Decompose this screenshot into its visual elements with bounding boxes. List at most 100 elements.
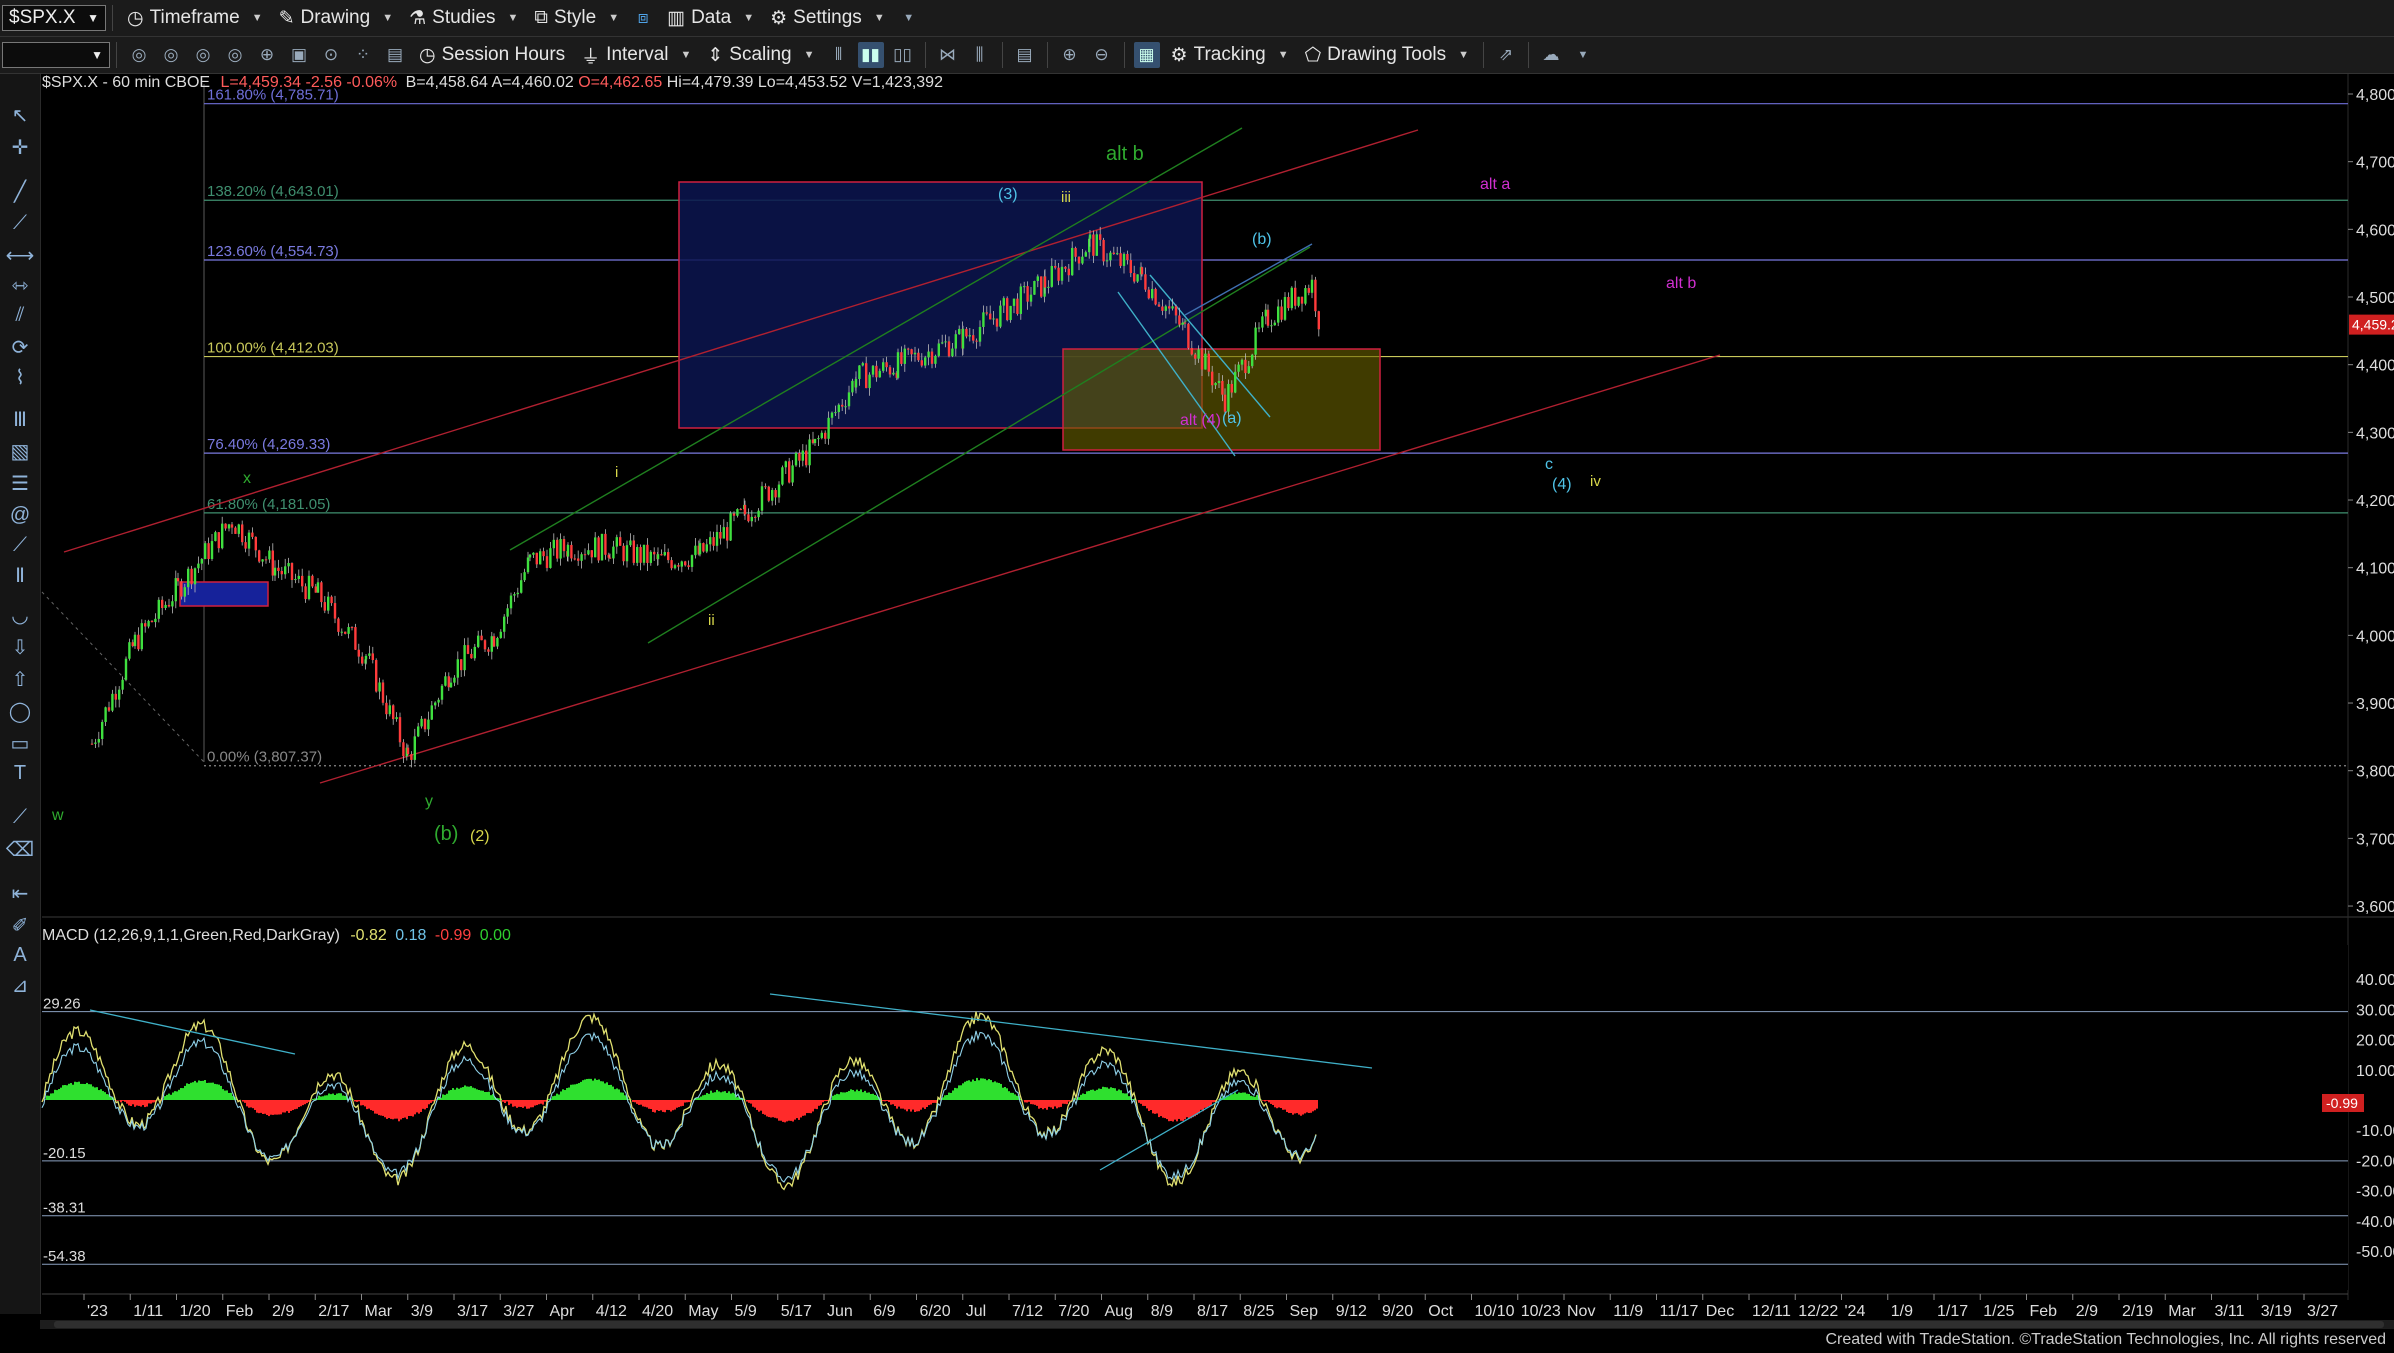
candle-body — [241, 524, 244, 543]
candle-body — [726, 527, 729, 541]
macd-histogram-bar — [884, 1100, 886, 1102]
high-price: Hi=4,479.39 — [666, 74, 754, 91]
macd-histogram-bar — [242, 1100, 244, 1102]
macd-label: MACD (12,26,9,1,1,Green,Red,DarkGray) — [42, 927, 340, 944]
candle-body — [871, 365, 875, 375]
candle-body — [437, 699, 440, 703]
candle-body — [1036, 276, 1039, 282]
candle-body — [954, 334, 957, 349]
macd-histogram-bar — [972, 1079, 974, 1100]
date-tick-label: 4/20 — [642, 1303, 673, 1320]
macd-histogram-bar — [664, 1100, 666, 1113]
date-tick-label: Feb — [2030, 1303, 2058, 1320]
candle-body — [477, 635, 480, 647]
candle-body — [147, 620, 150, 627]
date-tick-label: 6/20 — [920, 1303, 951, 1320]
macd-histogram-bar — [52, 1093, 54, 1100]
candle-body — [934, 355, 937, 364]
candle-body — [817, 438, 820, 440]
macd-histogram-bar — [520, 1100, 522, 1108]
macd-histogram-bar — [1166, 1100, 1168, 1120]
wave-label: alt b — [1106, 143, 1144, 165]
macd-histogram-bar — [584, 1079, 586, 1100]
macd-histogram-bar — [900, 1100, 902, 1109]
candle-body — [167, 604, 171, 607]
macd-histogram-bar — [64, 1084, 66, 1100]
candle-body — [1251, 354, 1254, 367]
candle-body — [663, 552, 666, 556]
date-tick-label: 1/17 — [1937, 1303, 1968, 1320]
macd-histogram-bar — [586, 1078, 588, 1100]
candle-body — [907, 348, 910, 350]
macd-histogram-bar — [390, 1100, 392, 1119]
candle-body — [1221, 380, 1224, 395]
macd-histogram-bar — [970, 1081, 972, 1100]
date-tick-label: 12/11 — [1752, 1303, 1791, 1320]
macd-histogram-bar — [1048, 1100, 1050, 1107]
macd-histogram-bar — [1306, 1100, 1308, 1113]
macd-histogram-bar — [1016, 1095, 1018, 1100]
macd-histogram-bar — [580, 1081, 582, 1100]
candle-body — [754, 516, 757, 518]
macd-value: -0.82 — [350, 927, 387, 944]
horizontal-scrollbar[interactable] — [40, 1320, 2394, 1329]
candle-body — [649, 551, 652, 563]
candle-body — [1057, 267, 1060, 281]
price-chart[interactable]: 161.80% (4,785.71)138.20% (4,643.01)123.… — [0, 0, 2394, 1353]
candle-body — [207, 543, 210, 559]
macd-histogram-bar — [406, 1100, 408, 1120]
macd-histogram-bar — [318, 1095, 320, 1100]
candle-body — [1099, 234, 1102, 240]
macd-histogram-bar — [1246, 1093, 1248, 1100]
macd-histogram-bar — [1312, 1100, 1314, 1112]
macd-histogram-bar — [326, 1095, 328, 1100]
date-tick-label: Feb — [226, 1303, 254, 1320]
macd-histogram-bar — [102, 1091, 104, 1100]
macd-histogram-bar — [456, 1087, 458, 1100]
candle-body — [784, 461, 787, 468]
candle-body — [1294, 287, 1297, 306]
candle-body — [590, 550, 593, 558]
candle-body — [101, 721, 104, 739]
macd-histogram-bar — [590, 1078, 592, 1100]
candle-body — [1204, 353, 1207, 370]
macd-histogram-bar — [334, 1094, 336, 1100]
macd-histogram-bar — [82, 1083, 84, 1100]
macd-histogram-bar — [344, 1095, 346, 1100]
candle-body — [254, 536, 257, 551]
candle-body — [680, 561, 683, 567]
candle-body — [673, 565, 677, 569]
candle-body — [509, 595, 513, 609]
macd-histogram-bar — [198, 1080, 200, 1100]
macd-histogram-bar — [470, 1086, 472, 1100]
macd-histogram-bar — [46, 1095, 48, 1100]
candle-body — [1077, 256, 1081, 264]
macd-histogram-bar — [1090, 1089, 1092, 1100]
candle-body — [1257, 327, 1261, 329]
macd-histogram-bar — [746, 1100, 748, 1102]
candle-body — [542, 551, 545, 557]
candle-body — [150, 620, 154, 623]
macd-histogram-bar — [188, 1083, 190, 1100]
macd-histogram-bar — [1156, 1100, 1158, 1114]
macd-histogram-bar — [780, 1100, 782, 1121]
macd-histogram-bar — [278, 1100, 280, 1115]
candle-body — [264, 559, 268, 561]
candle-body — [314, 586, 317, 593]
candle-body — [381, 682, 385, 703]
candle-body — [273, 567, 277, 576]
macd-histogram-bar — [1152, 1100, 1154, 1114]
candle-body — [597, 537, 600, 561]
candle-body — [368, 653, 371, 656]
macd-histogram-bar — [1294, 1100, 1296, 1114]
macd-histogram-bar — [462, 1087, 464, 1100]
candle-body — [420, 718, 423, 727]
macd-histogram-bar — [660, 1100, 662, 1111]
candle-body — [1181, 322, 1184, 325]
macd-histogram-bar — [1262, 1100, 1264, 1101]
candle-body — [1273, 322, 1276, 326]
candle-body — [183, 587, 186, 597]
candle-body — [234, 527, 237, 534]
macd-histogram-bar — [1088, 1090, 1090, 1100]
candle-body — [583, 554, 587, 556]
